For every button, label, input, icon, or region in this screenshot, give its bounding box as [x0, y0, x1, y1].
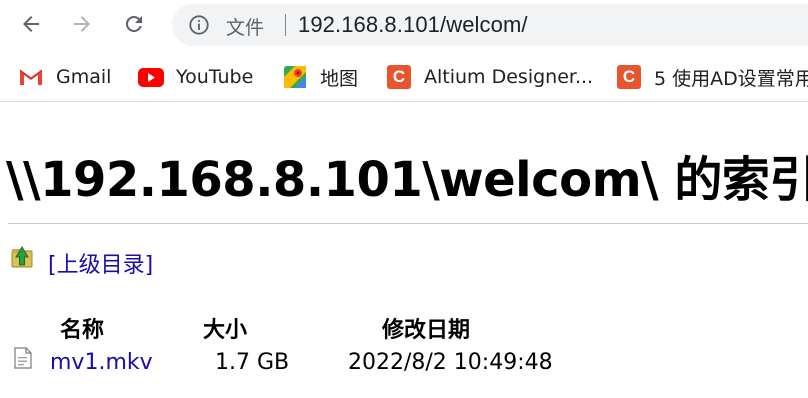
- reload-icon: [125, 15, 142, 32]
- bookmark-label: Gmail: [56, 66, 112, 88]
- file-size: 1.7 GB: [215, 350, 290, 375]
- folder-up-icon[interactable]: [10, 243, 34, 269]
- bookmark-altium[interactable]: C Altium Designer...: [386, 64, 593, 90]
- bookmark-label: 5 使用AD设置常用: [654, 67, 808, 90]
- info-icon[interactable]: [188, 14, 210, 36]
- reload-button[interactable]: [118, 8, 150, 40]
- bookmark-ad-settings[interactable]: C 5 使用AD设置常用: [616, 64, 808, 90]
- bookmark-label: YouTube: [176, 66, 254, 88]
- page-title: \\192.168.8.101\welcom\ 的索引: [6, 152, 808, 208]
- bookmark-label: Altium Designer...: [424, 66, 594, 88]
- column-header-name[interactable]: 名称: [60, 312, 104, 344]
- c-site-icon: C: [616, 64, 642, 90]
- scheme-label: 文件: [226, 17, 265, 39]
- omnibox-divider: [285, 14, 286, 36]
- column-header-size[interactable]: 大小: [203, 312, 247, 344]
- gmail-icon: [18, 64, 44, 90]
- url-text[interactable]: 192.168.8.101/welcom/: [298, 12, 528, 38]
- forward-button[interactable]: [66, 8, 98, 40]
- file-icon: [14, 347, 32, 369]
- column-header-modified[interactable]: 修改日期: [382, 312, 470, 344]
- youtube-icon: [138, 64, 164, 90]
- bookmark-label: 地图: [320, 67, 359, 90]
- browser-toolbar: 文件 192.168.8.101/welcom/: [0, 0, 808, 50]
- address-bar[interactable]: 文件 192.168.8.101/welcom/: [172, 4, 808, 46]
- file-modified: 2022/8/2 10:49:48: [348, 350, 553, 375]
- parent-directory-link[interactable]: [上级目录]: [48, 247, 153, 279]
- bookmarks-bar: Gmail YouTube 地图 C Altium Designer... C …: [0, 52, 808, 102]
- c-site-icon: C: [386, 64, 412, 90]
- bookmark-youtube[interactable]: YouTube: [138, 64, 253, 90]
- divider: [8, 223, 808, 224]
- back-button[interactable]: [15, 8, 47, 40]
- file-name-link[interactable]: mv1.mkv: [50, 350, 153, 375]
- arrow-right-icon: [74, 16, 90, 32]
- arrow-left-icon: [23, 16, 39, 32]
- maps-icon: [282, 64, 308, 90]
- bookmark-maps[interactable]: 地图: [282, 64, 358, 90]
- bookmark-gmail[interactable]: Gmail: [18, 64, 111, 90]
